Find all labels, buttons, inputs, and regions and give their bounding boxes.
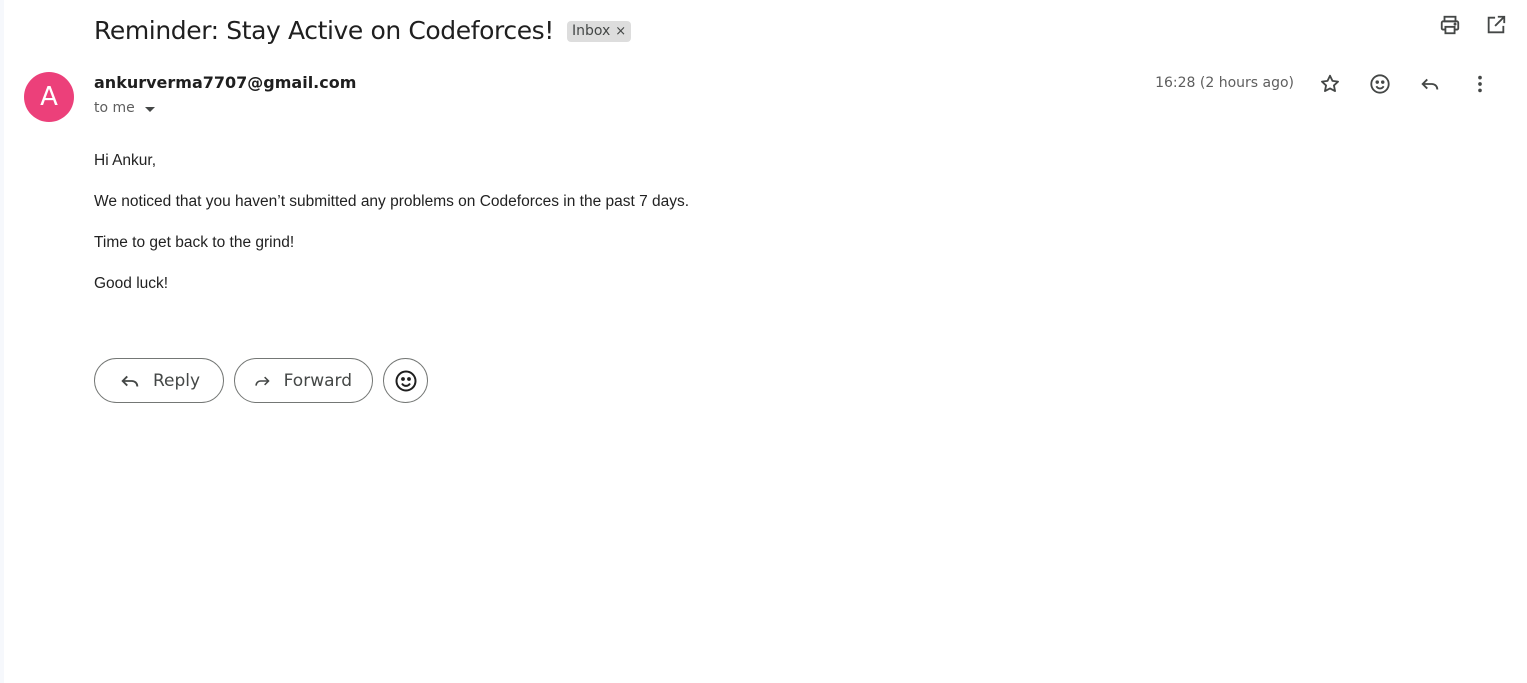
remove-label-button[interactable]: × (615, 24, 626, 39)
reply-button-label: Reply (153, 370, 201, 391)
body-line: Good luck! (94, 275, 169, 292)
recipient-text: to me (94, 100, 135, 116)
inbox-label-chip[interactable]: Inbox × (566, 21, 632, 42)
message-timestamp: 16:28 (2 hours ago) (1155, 75, 1294, 91)
reply-actions: Reply Forward (94, 358, 428, 403)
reply-icon (121, 375, 139, 387)
message-actions (1319, 73, 1491, 95)
forward-icon (255, 376, 270, 386)
star-icon[interactable] (1319, 73, 1341, 95)
more-options-icon[interactable] (1469, 73, 1491, 95)
forward-button[interactable]: Forward (234, 358, 373, 403)
sender-email[interactable]: ankurverma7707@gmail.com (94, 73, 356, 92)
thread-toolbar (1439, 14, 1507, 36)
emoji-icon (395, 370, 416, 391)
left-panel-edge (0, 0, 4, 683)
email-subject: Reminder: Stay Active on Codeforces! (94, 15, 554, 45)
chevron-down-icon[interactable] (144, 106, 155, 112)
body-line: Hi Ankur, (94, 152, 157, 169)
body-line: We noticed that you haven’t submitted an… (94, 193, 690, 210)
label-chip-text: Inbox (571, 23, 611, 39)
reply-icon[interactable] (1419, 73, 1441, 95)
avatar[interactable]: A (24, 72, 74, 122)
reply-button[interactable]: Reply (94, 358, 224, 403)
body-line: Time to get back to the grind! (94, 234, 295, 251)
open-in-new-window-icon[interactable] (1485, 14, 1507, 36)
emoji-reaction-icon[interactable] (1369, 73, 1391, 95)
recipient-line: to me (94, 100, 155, 116)
forward-button-label: Forward (283, 370, 352, 391)
emoji-reaction-button[interactable] (383, 358, 428, 403)
print-icon[interactable] (1439, 14, 1461, 36)
subject-row: Reminder: Stay Active on Codeforces! Inb… (94, 10, 632, 50)
message-body: Hi Ankur, We noticed that you haven’t su… (94, 151, 1194, 315)
